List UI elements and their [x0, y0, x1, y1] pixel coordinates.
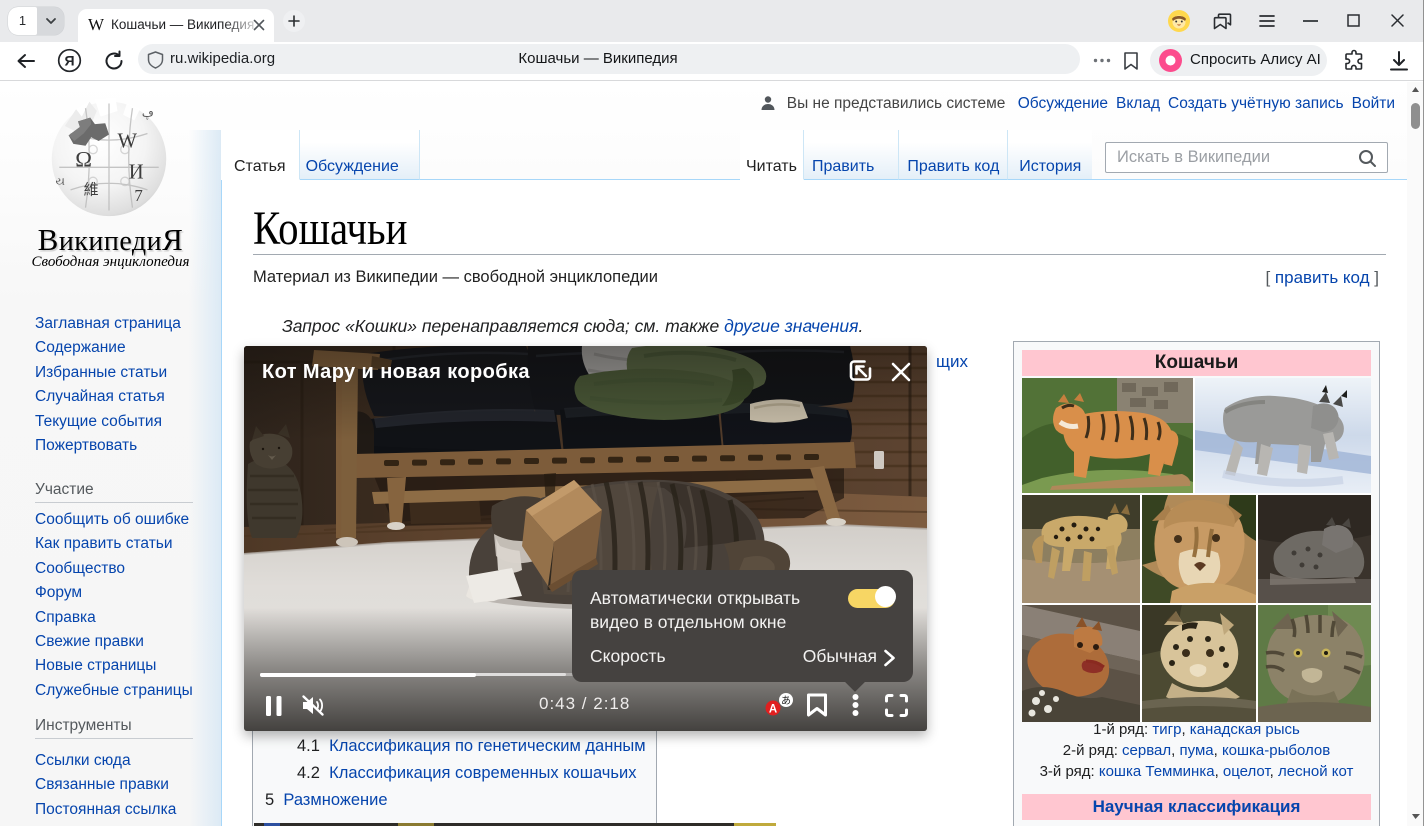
- svg-text:A: A: [769, 704, 777, 716]
- svg-text:ય: ય: [56, 176, 65, 188]
- svg-text:ڥ: ڥ: [142, 108, 154, 121]
- svg-text:И: И: [129, 162, 144, 184]
- svg-text:Я: Я: [64, 53, 74, 69]
- svg-text:あ: あ: [781, 695, 791, 707]
- svg-text:7: 7: [134, 186, 142, 205]
- svg-text:W: W: [117, 131, 137, 153]
- svg-text:維: 維: [84, 182, 99, 199]
- svg-text:Ω: Ω: [75, 146, 92, 171]
